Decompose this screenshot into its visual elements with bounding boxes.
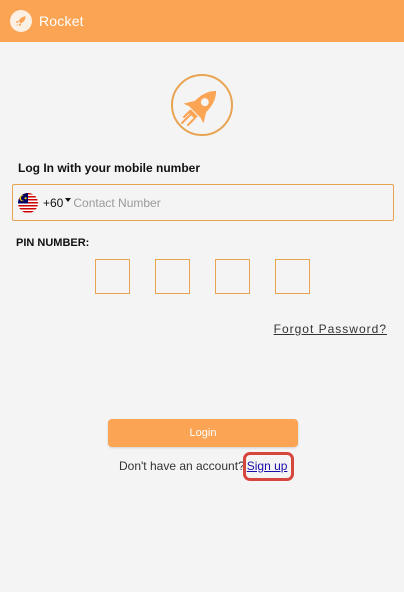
contact-number-input[interactable]: [73, 195, 374, 210]
pin-digit-3[interactable]: [215, 259, 250, 294]
pin-digit-4[interactable]: [275, 259, 310, 294]
pin-digit-1[interactable]: [95, 259, 130, 294]
login-button[interactable]: Login: [108, 419, 298, 447]
no-account-text: Don't have an account?: [119, 459, 245, 473]
forgot-password-link[interactable]: Forgot Password?: [274, 322, 387, 336]
login-heading: Log In with your mobile number: [18, 161, 200, 175]
pin-digit-2[interactable]: [155, 259, 190, 294]
pin-label: PIN NUMBER:: [16, 237, 90, 249]
country-code[interactable]: +60: [43, 196, 63, 210]
signup-highlight-box: [243, 452, 294, 481]
rocket-icon: [10, 10, 32, 32]
app-title: Rocket: [39, 13, 84, 29]
caret-down-icon[interactable]: [65, 197, 72, 202]
app-header: Rocket: [0, 0, 404, 42]
rocket-logo-icon: [170, 73, 234, 137]
malaysia-flag-icon[interactable]: [18, 192, 38, 213]
phone-input-group: +60: [12, 184, 394, 221]
